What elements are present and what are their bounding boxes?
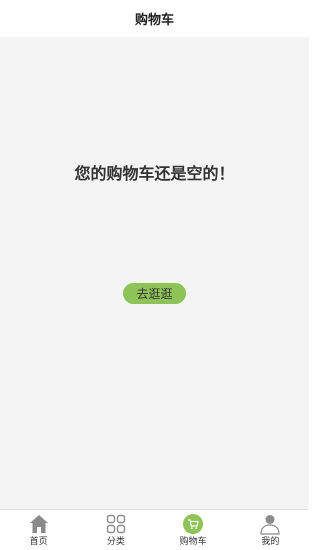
go-shopping-button[interactable]: 去逛逛	[123, 283, 186, 304]
tab-bar: 首页 分类 购物车 我的	[0, 509, 309, 550]
cart-icon	[183, 514, 204, 534]
empty-cart-message: 您的购物车还是空的！	[74, 164, 235, 183]
tab-cart[interactable]: 购物车	[155, 510, 232, 550]
user-icon	[260, 515, 280, 535]
tab-home-label: 首页	[29, 537, 48, 547]
tab-home[interactable]: 首页	[0, 510, 77, 550]
page-title: 购物车	[134, 13, 174, 28]
tab-profile-label: 我的	[261, 537, 280, 547]
tab-profile[interactable]: 我的	[232, 510, 309, 550]
tab-category-label: 分类	[106, 537, 125, 547]
grid-icon	[106, 514, 126, 534]
tab-cart-label: 购物车	[179, 537, 207, 547]
tab-category[interactable]: 分类	[77, 510, 154, 550]
header: 购物车	[0, 0, 309, 37]
home-icon	[29, 515, 48, 533]
cart-main: 您的购物车还是空的！ 去逛逛	[0, 37, 309, 509]
